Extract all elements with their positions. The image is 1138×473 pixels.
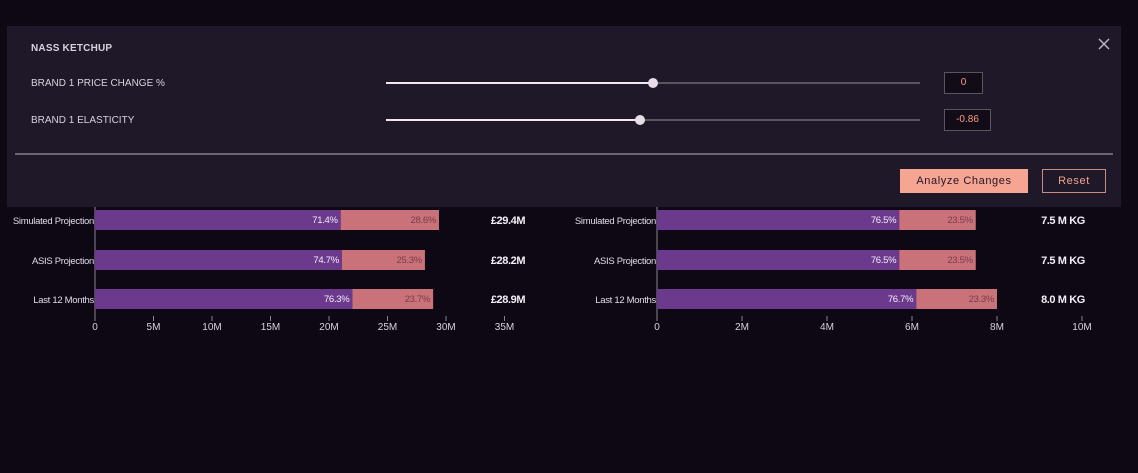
elasticity-slider[interactable]	[386, 114, 920, 126]
x-tick-label: 0	[654, 322, 660, 333]
x-tick-label: 8M	[990, 322, 1004, 333]
category-label: ASIS Projection	[594, 256, 656, 267]
price-change-label: BRAND 1 PRICE CHANGE %	[31, 78, 165, 89]
category-label: Simulated Projection	[575, 216, 656, 227]
close-icon[interactable]	[1097, 37, 1111, 51]
elasticity-value-input[interactable]: -0.86	[944, 109, 991, 131]
elasticity-label: BRAND 1 ELASTICITY	[31, 115, 135, 126]
bar-data-label: 23.5%	[947, 255, 973, 266]
price-change-slider[interactable]	[386, 77, 920, 89]
slider-thumb[interactable]	[648, 78, 658, 88]
x-tick-label: 6M	[905, 322, 919, 333]
panel-title: NASS KETCHUP	[31, 43, 113, 54]
slider-fill	[386, 82, 653, 84]
divider	[15, 153, 1113, 155]
simulation-panel: NASS KETCHUP BRAND 1 PRICE CHANGE % 0 BR…	[7, 26, 1121, 207]
bar-data-label: 23.3%	[969, 294, 995, 305]
bar-data-label: 76.5%	[871, 255, 897, 266]
bar-segment	[657, 250, 900, 270]
bar-segment	[657, 210, 900, 230]
reset-button[interactable]: Reset	[1042, 169, 1106, 193]
bar-segment	[657, 289, 917, 309]
slider-thumb[interactable]	[635, 115, 646, 125]
bar-total-label: 7.5 M KG	[1041, 255, 1085, 267]
x-tick-label: 2M	[735, 322, 749, 333]
category-label: Last 12 Months	[595, 295, 656, 306]
x-tick-label: 4M	[820, 322, 834, 333]
bar-data-label: 23.5%	[947, 215, 973, 226]
price-change-value-input[interactable]: 0	[944, 72, 983, 94]
bar-data-label: 76.5%	[871, 215, 897, 226]
bar-data-label: 76.7%	[888, 294, 914, 305]
slider-fill	[386, 119, 641, 121]
bar-total-label: 8.0 M KG	[1041, 294, 1085, 306]
analyze-changes-button[interactable]: Analyze Changes	[900, 169, 1028, 193]
x-tick-label: 10M	[1072, 322, 1091, 333]
bar-total-label: 7.5 M KG	[1041, 215, 1085, 227]
